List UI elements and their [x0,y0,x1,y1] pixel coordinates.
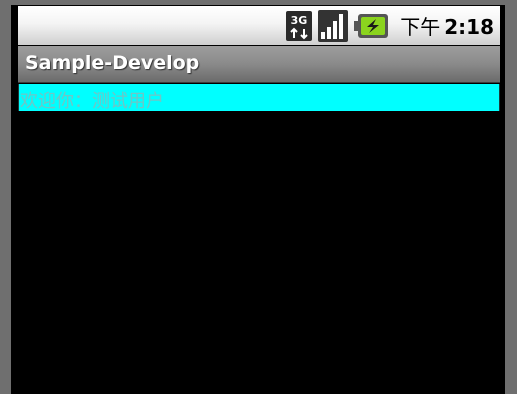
app-title: Sample-Develop [25,52,200,74]
clock-time: 2:18 [444,15,494,39]
battery-charging-icon [354,13,389,38]
network-label: 3G [291,14,308,27]
signal-strength-icon [318,9,349,42]
status-clock: 下午 2:18 [400,11,494,40]
clock-am-pm: 下午 [400,15,441,39]
phone-screen: 3G 下午 2:18 Sample-Develop 欢迎你：测试用户 [11,5,505,394]
status-bar: 3G 下午 2:18 [18,6,500,45]
welcome-text: 欢迎你：测试用户 [20,91,164,112]
app-title-bar: Sample-Develop [18,46,500,83]
activity-content: 欢迎你：测试用户 [18,83,500,394]
welcome-banner: 欢迎你：测试用户 [18,84,500,112]
device-bezel-left [0,0,11,394]
device-bezel-right [505,0,517,394]
network-3g-icon: 3G [286,10,313,41]
status-icons: 3G 下午 2:18 [286,9,494,42]
